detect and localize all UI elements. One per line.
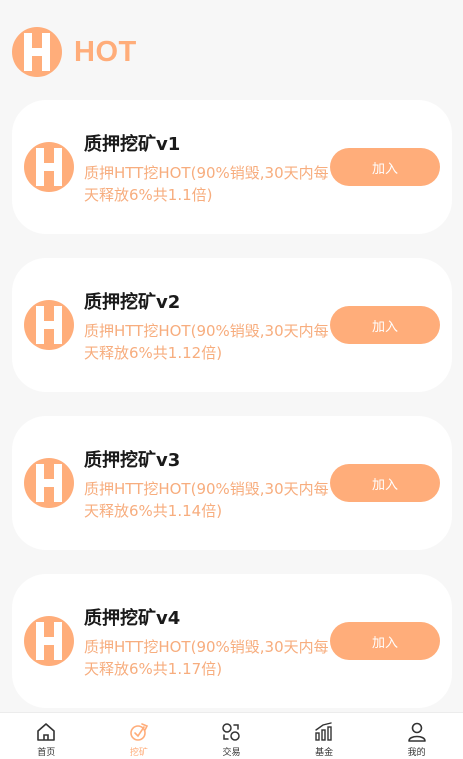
app-screen: HOT 质押挖矿v1 质押HTT挖HOT(90%销毁,30天内每天释放6%共1.…	[0, 0, 463, 759]
mining-icon	[130, 723, 148, 741]
bottom-tab-bar: 首页 挖矿 交易 基金 我的	[0, 712, 463, 759]
hot-coin-icon	[24, 142, 74, 192]
join-button[interactable]: 加入	[330, 148, 440, 186]
card-title: 质押挖矿v3	[84, 450, 181, 471]
card-title: 质押挖矿v4	[84, 608, 181, 629]
tab-label: 首页	[37, 748, 56, 758]
brand-title: HOT	[74, 35, 137, 68]
mining-pool-list: 质押挖矿v1 质押HTT挖HOT(90%销毁,30天内每天释放6%共1.1倍) …	[12, 100, 452, 732]
user-icon	[407, 722, 426, 742]
tab-label: 基金	[315, 748, 334, 758]
hot-coin-icon	[24, 300, 74, 350]
tab-fund[interactable]: 基金	[278, 713, 371, 759]
tab-home[interactable]: 首页	[0, 713, 93, 759]
card-description: 质押HTT挖HOT(90%销毁,30天内每天释放6%共1.12倍)	[84, 322, 329, 362]
mining-card: 质押挖矿v1 质押HTT挖HOT(90%销毁,30天内每天释放6%共1.1倍) …	[12, 100, 452, 234]
mining-card: 质押挖矿v2 质押HTT挖HOT(90%销毁,30天内每天释放6%共1.12倍)…	[12, 258, 452, 392]
card-description: 质押HTT挖HOT(90%销毁,30天内每天释放6%共1.17倍)	[84, 638, 329, 678]
card-title: 质押挖矿v2	[84, 292, 181, 313]
hot-coin-icon	[24, 458, 74, 508]
tab-label: 交易	[222, 748, 241, 758]
tab-label: 挖矿	[129, 748, 148, 758]
tab-mine[interactable]: 我的	[370, 713, 463, 759]
hot-h-logo-icon	[12, 27, 62, 77]
hot-coin-icon	[24, 616, 74, 666]
join-button[interactable]: 加入	[330, 622, 440, 660]
tab-label: 我的	[407, 748, 426, 758]
card-description: 质押HTT挖HOT(90%销毁,30天内每天释放6%共1.1倍)	[84, 164, 329, 204]
card-description: 质押HTT挖HOT(90%销毁,30天内每天释放6%共1.14倍)	[84, 480, 329, 520]
tab-mining[interactable]: 挖矿	[93, 713, 186, 759]
join-button[interactable]: 加入	[330, 306, 440, 344]
tab-exchange[interactable]: 交易	[185, 713, 278, 759]
header: HOT	[12, 27, 137, 77]
home-icon	[37, 723, 56, 741]
join-button[interactable]: 加入	[330, 464, 440, 502]
card-title: 质押挖矿v1	[84, 134, 181, 155]
fund-chart-icon	[315, 722, 332, 741]
exchange-icon	[222, 723, 241, 741]
mining-card: 质押挖矿v4 质押HTT挖HOT(90%销毁,30天内每天释放6%共1.17倍)…	[12, 574, 452, 708]
mining-card: 质押挖矿v3 质押HTT挖HOT(90%销毁,30天内每天释放6%共1.14倍)…	[12, 416, 452, 550]
